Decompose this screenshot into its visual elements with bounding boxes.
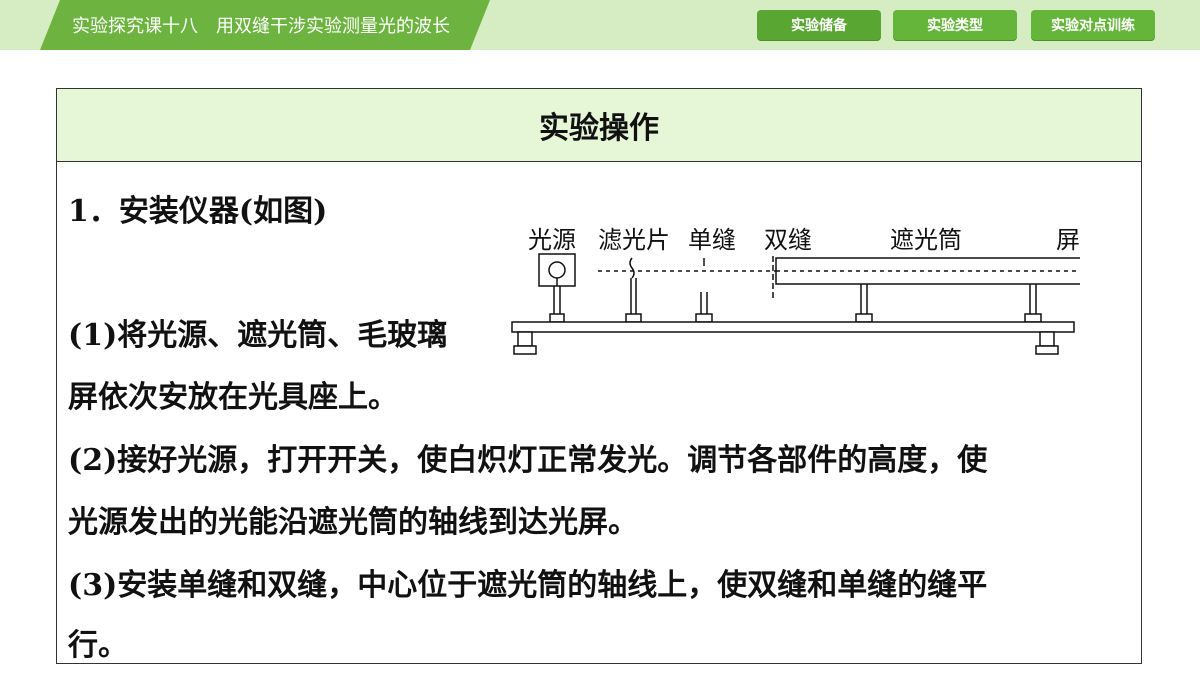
page-title: 实验探究课十八 用双缝干涉实验测量光的波长 xyxy=(72,16,450,37)
nav-button-preparation[interactable]: 实验储备 xyxy=(757,10,881,40)
section-heading: 实验操作 xyxy=(57,89,1141,162)
paragraph-2-line-1: (2)接好光源，打开开关，使白炽灯正常发光。调节各部件的高度，使 xyxy=(68,443,988,478)
paragraph-3-line-1: (3)安装单缝和双缝，中心位于遮光筒的轴线上，使双缝和单缝的缝平 xyxy=(68,568,988,603)
paragraph-1-line-1: (1)将光源、遮光筒、毛玻璃 xyxy=(68,318,448,353)
nav-button-training[interactable]: 实验对点训练 xyxy=(1031,10,1155,40)
step-1-title: 1．安装仪器(如图) xyxy=(68,194,328,229)
optical-bench xyxy=(511,321,1075,333)
nav-button-types[interactable]: 实验类型 xyxy=(893,10,1017,40)
apparatus-drawing xyxy=(511,253,1080,355)
paragraph-1-line-2: 屏依次安放在光具座上。 xyxy=(68,380,398,415)
paragraph-2-line-2: 光源发出的光能沿遮光筒的轴线到达光屏。 xyxy=(68,505,638,540)
filter-element xyxy=(629,257,635,279)
paragraph-3-line-2: 行。 xyxy=(68,628,128,663)
apparatus-diagram: 光源 滤光片 单缝 双缝 遮光筒 屏 xyxy=(508,218,1080,362)
